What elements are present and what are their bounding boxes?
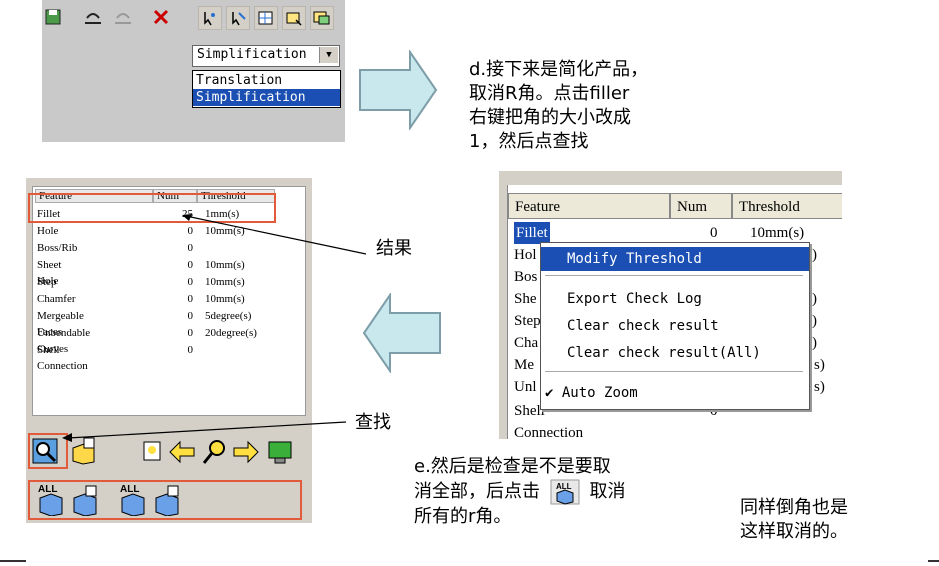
feature-name: Me (514, 357, 534, 373)
instruction-d: d.接下来是简化产品， 取消R角。点击filler 右键把角的大小改成 1，然后… (469, 58, 729, 154)
dropdown-option-translation[interactable]: Translation (193, 72, 340, 89)
feature-threshold: ) (812, 335, 817, 351)
select-part-icon[interactable] (310, 6, 334, 30)
select-body-icon[interactable] (282, 6, 306, 30)
feature-threshold: ) (812, 313, 817, 329)
mode-combobox[interactable]: Simplification ▼ (192, 45, 340, 67)
feature-threshold: ) (812, 291, 817, 307)
dropdown-option-simplification[interactable]: Simplification (193, 89, 340, 106)
column-header-threshold[interactable]: Threshold (732, 193, 842, 219)
pointer-line-find (62, 421, 347, 442)
instruction-e-line: 所有的r角。 (414, 506, 512, 527)
combobox-value: Simplification (197, 47, 307, 62)
menu-separator (545, 275, 803, 276)
select-edge-icon[interactable] (226, 6, 250, 30)
monitor-icon[interactable] (266, 440, 294, 466)
feature-name: Step (37, 276, 57, 288)
instruction-e: e.然后是检查是不是要取 消全部，后点击 ALL 取消 所有的r角。 (414, 455, 684, 529)
menu-item-clear-check-result-all[interactable]: Clear check result(All) (541, 341, 809, 365)
instruction-chamfer-line: 同样倒角也是 (740, 497, 848, 518)
feature-name: Cha (514, 335, 539, 351)
instruction-e-line: 消全部，后点击 ALL 取消 (414, 479, 684, 505)
instruction-e-text: 取消 (589, 481, 626, 502)
instruction-d-line: 右键把角的大小改成 (469, 107, 631, 128)
cancel-all-icon: ALL (550, 479, 580, 505)
feature-name: Hole (37, 225, 59, 237)
feature-name: Step (514, 313, 541, 329)
menu-item-modify-threshold[interactable]: Modify Threshold (541, 247, 809, 271)
label-result: 结果 (376, 238, 412, 259)
arrow-right-icon[interactable] (232, 440, 260, 464)
column-header-num[interactable]: Num (670, 193, 732, 219)
feature-threshold: 20degree(s) (205, 327, 257, 339)
feature-count: 0 (187, 327, 194, 339)
feature-name: Unl (514, 379, 537, 395)
column-header-feature[interactable]: Feature (508, 193, 670, 219)
feature-name: Chamfer (37, 293, 76, 305)
instruction-d-line: 1，然后点查找 (469, 131, 589, 152)
arrow-right-icon (359, 50, 438, 130)
instruction-d-line: 取消R角。点击filler (469, 83, 630, 104)
feature-name: Hol (514, 247, 537, 263)
instruction-e-line: e.然后是检查是不是要取 (414, 456, 611, 477)
feature-threshold: 5degree(s) (205, 310, 252, 322)
feature-name: Fillet (514, 222, 550, 244)
redo-icon[interactable] (112, 6, 134, 28)
corner-mark (0, 560, 26, 562)
save-icon[interactable] (42, 6, 64, 28)
feature-threshold: 10mm(s) (205, 293, 245, 305)
pointer-line-result (182, 214, 367, 255)
feature-threshold: 10mm(s) (205, 276, 245, 288)
corner-mark (928, 560, 939, 562)
highlight-cancel-buttons (28, 480, 302, 520)
simplification-screenshot: Simplification ▼ Translation Simplificat… (42, 0, 345, 142)
feature-threshold: 10mm(s) (750, 225, 805, 241)
feature-name: Boss/Rib (37, 242, 78, 254)
label-find: 查找 (355, 412, 391, 433)
instruction-e-text: 消全部，后点击 (414, 481, 540, 502)
menu-item-label: Auto Zoom (561, 385, 638, 401)
arrow-left-icon[interactable] (168, 440, 196, 464)
delete-icon[interactable] (150, 6, 172, 28)
feature-threshold: s) (814, 357, 825, 373)
feature-count: 0 (710, 225, 718, 241)
arrow-left-icon (362, 293, 441, 373)
context-menu: Modify Threshold Export Check Log Clear … (540, 242, 810, 410)
instruction-chamfer: 同样倒角也是 这样取消的。 (740, 496, 848, 544)
feature-count: 0 (187, 276, 194, 288)
instruction-chamfer-line: 这样取消的。 (740, 521, 848, 542)
feature-name: Bos (514, 269, 538, 285)
select-face-icon[interactable] (254, 6, 278, 30)
chevron-down-icon[interactable]: ▼ (319, 47, 338, 63)
search-icon[interactable] (200, 438, 228, 466)
feature-name: She (514, 291, 537, 307)
feature-count: 0 (187, 310, 194, 322)
mode-dropdown-list: Translation Simplification (192, 70, 341, 108)
feature-threshold: s) (814, 379, 825, 395)
select-point-icon[interactable] (198, 6, 222, 30)
feature-count: 0 (187, 344, 194, 356)
menu-item-export-check-log[interactable]: Export Check Log (541, 287, 809, 311)
menu-separator (545, 371, 803, 372)
check-icon: ✔ (545, 385, 554, 401)
undo-icon[interactable] (82, 6, 104, 28)
instruction-d-line: d.接下来是简化产品， (469, 59, 649, 80)
light-bulb-icon[interactable] (142, 440, 162, 462)
feature-name: Shell Connection (37, 344, 88, 372)
feature-count: 0 (187, 293, 194, 305)
toolbar (42, 6, 345, 34)
menu-item-auto-zoom[interactable]: ✔ Auto Zoom (541, 381, 809, 405)
feature-threshold: ) (812, 247, 817, 263)
menu-item-clear-check-result[interactable]: Clear check result (541, 314, 809, 338)
svg-text:ALL: ALL (556, 482, 572, 491)
